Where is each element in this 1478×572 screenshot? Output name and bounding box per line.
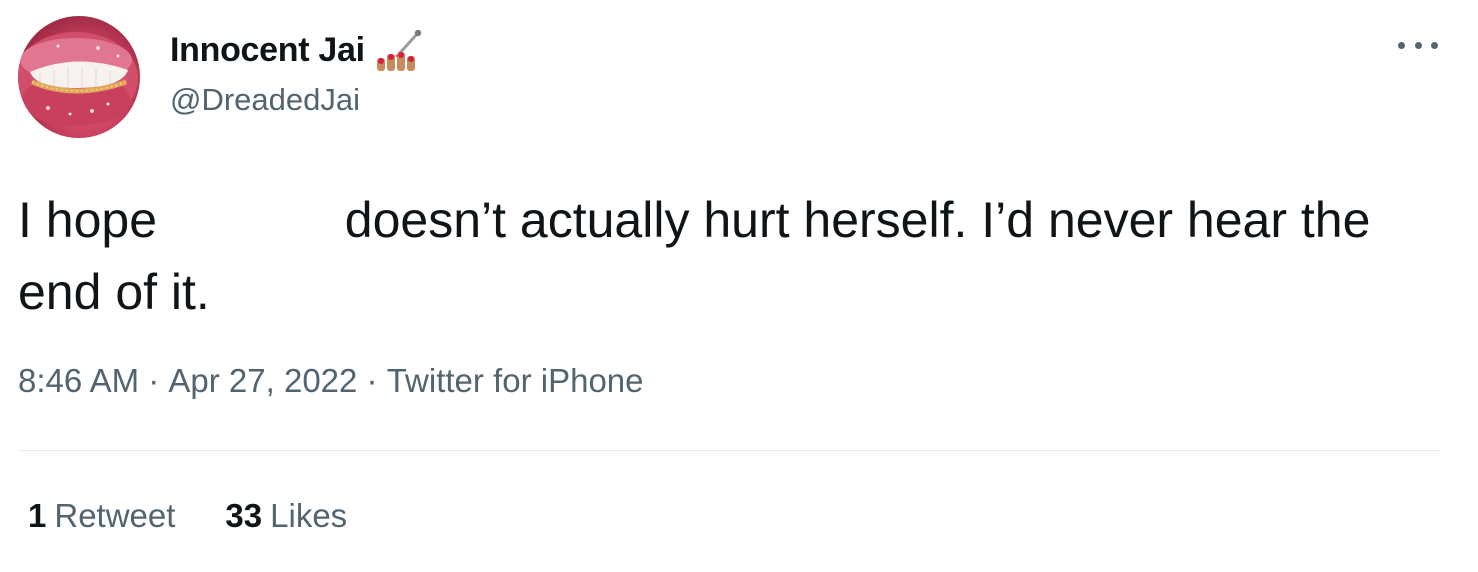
likes-stat[interactable]: 33 Likes (225, 497, 347, 535)
author-display-name[interactable]: Innocent Jai (170, 31, 365, 70)
nail-polish-icon (375, 28, 425, 72)
more-dot-icon (1431, 41, 1438, 49)
tweet-stats: 1 Retweet 33 Likes (28, 497, 397, 535)
likes-count: 33 (225, 497, 263, 534)
tweet-card: Innocent Jai @DreadedJai I hope doesn’t … (0, 0, 1478, 572)
author-handle[interactable]: @DreadedJai (170, 82, 360, 118)
avatar[interactable] (18, 16, 140, 138)
tweet-text: I hope doesn’t actually hurt herself. I’… (18, 184, 1458, 328)
more-options-button[interactable] (1398, 30, 1438, 60)
tweet-text-before: I hope (18, 192, 171, 248)
more-dot-icon (1398, 41, 1405, 49)
author-name-row: Innocent Jai (170, 28, 425, 72)
tweet-date[interactable]: Apr 27, 2022 (168, 362, 357, 400)
retweets-count: 1 (28, 497, 47, 534)
meta-separator: · (139, 362, 169, 399)
tweet-text-after: doesn’t actually hurt herself. I’d never… (18, 192, 1385, 320)
divider (18, 450, 1440, 451)
avatar-image (18, 32, 138, 126)
tweet-source[interactable]: Twitter for iPhone (387, 362, 644, 400)
meta-separator: · (357, 362, 387, 399)
retweets-label: Retweet (54, 497, 176, 534)
tweet-time[interactable]: 8:46 AM (18, 362, 139, 400)
likes-label: Likes (270, 497, 348, 534)
tweet-meta: 8:46 AM · Apr 27, 2022 · Twitter for iPh… (18, 362, 644, 400)
more-dot-icon (1414, 41, 1422, 49)
retweets-stat[interactable]: 1 Retweet (28, 497, 175, 535)
